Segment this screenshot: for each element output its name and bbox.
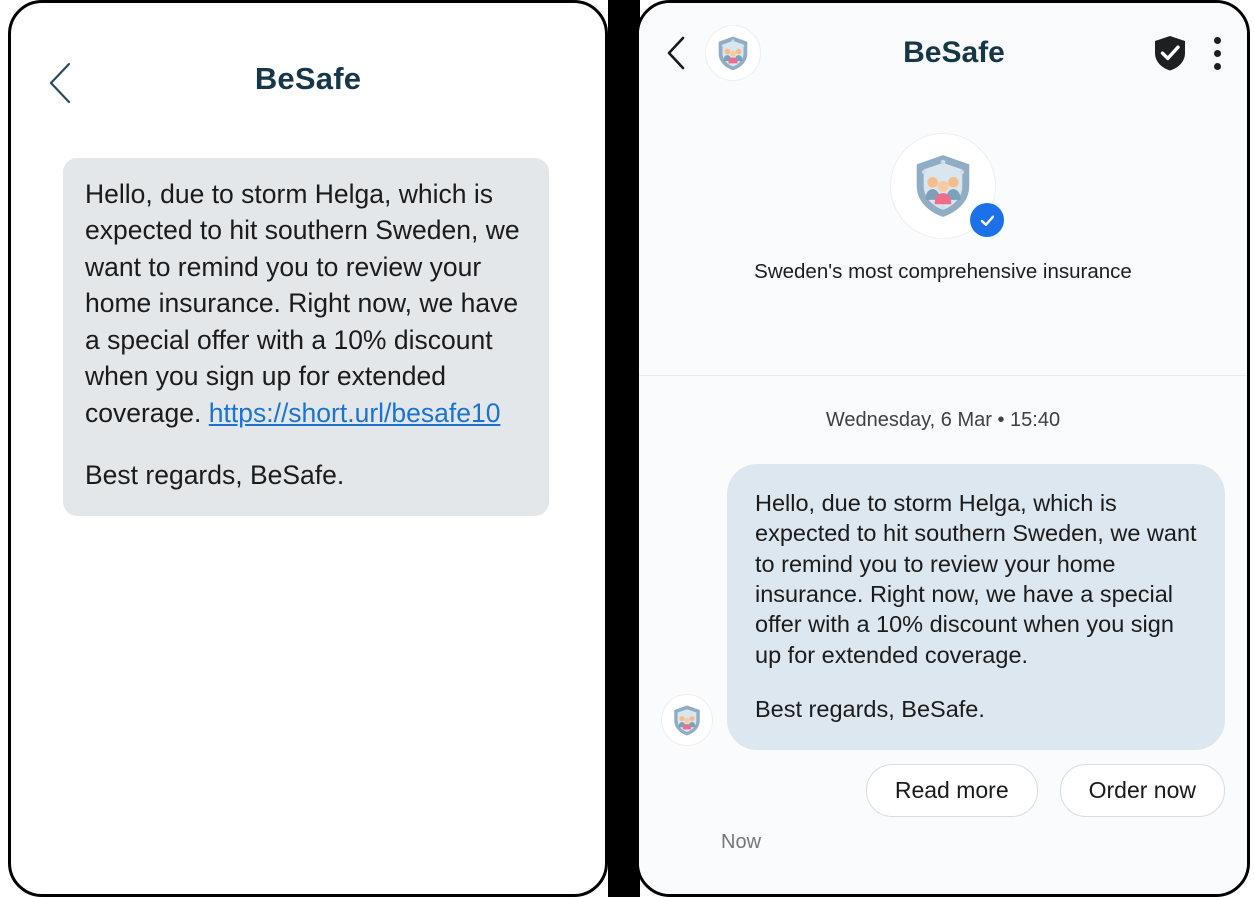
- chat-signature-text: Best regards, BeSafe.: [755, 695, 985, 722]
- shield-family-avatar-icon: [674, 705, 700, 736]
- kebab-menu-icon[interactable]: [1213, 36, 1221, 70]
- chat-message-text: Hello, due to storm Helga, which is expe…: [755, 488, 1197, 724]
- business-profile-card: Sweden's most comprehensive insurance: [639, 133, 1247, 376]
- check-glyph-icon: [980, 215, 994, 226]
- left-phone-panel: BeSafe Hello, due to storm Helga, which …: [8, 0, 608, 897]
- chevron-left-icon[interactable]: [665, 35, 687, 71]
- right-phone-panel: BeSafe Sweden's most comprehensive insur…: [636, 0, 1250, 897]
- chat-header: BeSafe: [639, 3, 1247, 103]
- chat-message-row: Hello, due to storm Helga, which is expe…: [639, 432, 1247, 751]
- read-more-button[interactable]: Read more: [865, 764, 1038, 818]
- chat-scroll-area[interactable]: Wednesday, 6 Mar • 15:40 Hello, due to s…: [639, 376, 1247, 894]
- chat-body-text: Hello, due to storm Helga, which is expe…: [755, 490, 1197, 668]
- screenshot-stage: BeSafe Hello, due to storm Helga, which …: [0, 0, 1254, 897]
- message-timestamp: Now: [721, 831, 762, 854]
- shield-check-icon[interactable]: [1153, 35, 1187, 71]
- kebab-dot: [1213, 49, 1221, 57]
- business-logo-wrap: [890, 133, 1004, 239]
- sms-message-text: Hello, due to storm Helga, which is expe…: [85, 176, 527, 494]
- left-header: BeSafe: [11, 3, 605, 133]
- order-now-button[interactable]: Order now: [1059, 764, 1225, 818]
- sms-signature-text: Best regards, BeSafe.: [85, 460, 345, 491]
- kebab-dot: [1213, 36, 1221, 44]
- suggested-actions: Read more Order now: [639, 750, 1247, 818]
- shield-family-avatar-icon: [718, 36, 748, 70]
- kebab-dot: [1213, 62, 1221, 70]
- conversation-datestamp: Wednesday, 6 Mar • 15:40: [825, 409, 1061, 431]
- sms-message-bubble: Hello, due to storm Helga, which is expe…: [63, 158, 549, 516]
- avatar: [661, 694, 713, 747]
- shield-family-logo-icon: [916, 155, 970, 217]
- business-tagline: Sweden's most comprehensive insurance: [754, 260, 1132, 283]
- sms-body-text: Hello, due to storm Helga, which is expe…: [85, 179, 520, 428]
- page-title: BeSafe: [254, 61, 362, 96]
- sms-offer-link[interactable]: https://short.url/besafe10: [209, 398, 501, 428]
- avatar[interactable]: [705, 25, 761, 81]
- chat-message-bubble: Hello, due to storm Helga, which is expe…: [727, 464, 1225, 751]
- blue-check-badge-icon: [970, 203, 1004, 237]
- chat-title: BeSafe: [903, 36, 1005, 69]
